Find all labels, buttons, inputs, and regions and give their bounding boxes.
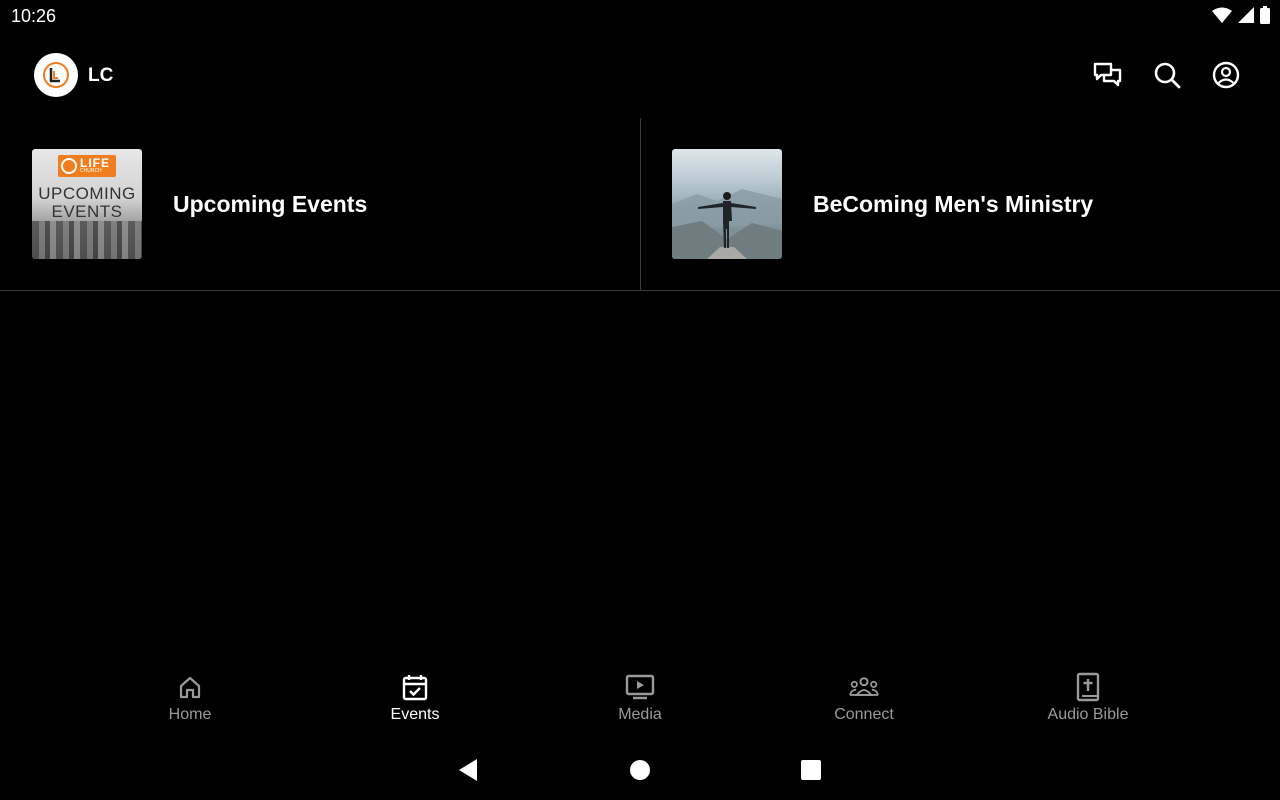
church-logo[interactable]: [34, 53, 78, 97]
nav-label: Audio Bible: [1047, 706, 1129, 723]
recents-button[interactable]: [797, 756, 825, 784]
nav-item-home[interactable]: Home: [130, 666, 250, 736]
badge-subtext: CHURCH: [80, 168, 102, 174]
signal-icon: [1238, 7, 1254, 23]
recents-square-icon: [801, 760, 821, 780]
status-icons: [1212, 6, 1270, 24]
man-on-mountain-image: [672, 189, 782, 259]
people-group-icon: [849, 672, 879, 702]
logo-mark-icon: [43, 62, 69, 88]
life-church-badge: LIFE CHURCH: [58, 155, 116, 177]
thumbnail-text-line1: UPCOMING: [38, 184, 136, 203]
system-navigation-bar: [0, 740, 1280, 800]
status-time: 10:26: [11, 6, 57, 26]
thumbnail-text-line2: EVENTS: [51, 202, 123, 221]
nav-item-media[interactable]: Media: [580, 666, 700, 736]
bottom-navigation: Home Events Media Connect Audio Bible: [0, 666, 1280, 736]
wifi-icon: [1212, 7, 1232, 23]
thumbnail-crowd-image: [32, 221, 142, 259]
profile-button[interactable]: [1211, 60, 1240, 89]
home-icon: [175, 672, 205, 702]
app-bar: LC: [0, 34, 1280, 118]
nav-item-audio-bible[interactable]: Audio Bible: [1028, 666, 1148, 736]
content-grid: LIFE CHURCH UPCOMING EVENTS Upcoming Eve…: [0, 118, 1280, 291]
card-upcoming-events[interactable]: LIFE CHURCH UPCOMING EVENTS Upcoming Eve…: [0, 118, 640, 290]
account-circle-icon: [1212, 61, 1239, 88]
card-title: BeComing Men's Ministry: [813, 190, 1094, 217]
home-circle-icon: [630, 760, 650, 780]
nav-label: Connect: [834, 706, 894, 723]
mens-ministry-thumbnail: [672, 149, 782, 259]
nav-label: Events: [390, 706, 440, 723]
messages-button[interactable]: [1093, 60, 1122, 89]
app-title: LC: [88, 65, 114, 86]
battery-icon: [1260, 6, 1270, 24]
status-bar: 10:26: [0, 0, 1280, 34]
back-triangle-icon: [459, 759, 477, 781]
card-becoming-mens-ministry[interactable]: BeComing Men's Ministry: [640, 118, 1280, 290]
home-system-button[interactable]: [626, 756, 654, 784]
search-icon: [1154, 62, 1180, 88]
badge-logo-icon: [61, 158, 77, 174]
bible-icon: [1073, 672, 1103, 702]
nav-item-events[interactable]: Events: [355, 666, 475, 736]
nav-label: Home: [168, 706, 212, 723]
chat-icon: [1093, 62, 1122, 86]
search-button[interactable]: [1152, 60, 1181, 89]
nav-label: Media: [618, 706, 662, 723]
nav-item-connect[interactable]: Connect: [804, 666, 924, 736]
back-button[interactable]: [454, 756, 482, 784]
app-actions: [1093, 60, 1240, 89]
calendar-check-icon: [400, 672, 430, 702]
play-screen-icon: [625, 672, 655, 702]
card-title: Upcoming Events: [173, 190, 368, 217]
upcoming-events-thumbnail: LIFE CHURCH UPCOMING EVENTS: [32, 149, 142, 259]
